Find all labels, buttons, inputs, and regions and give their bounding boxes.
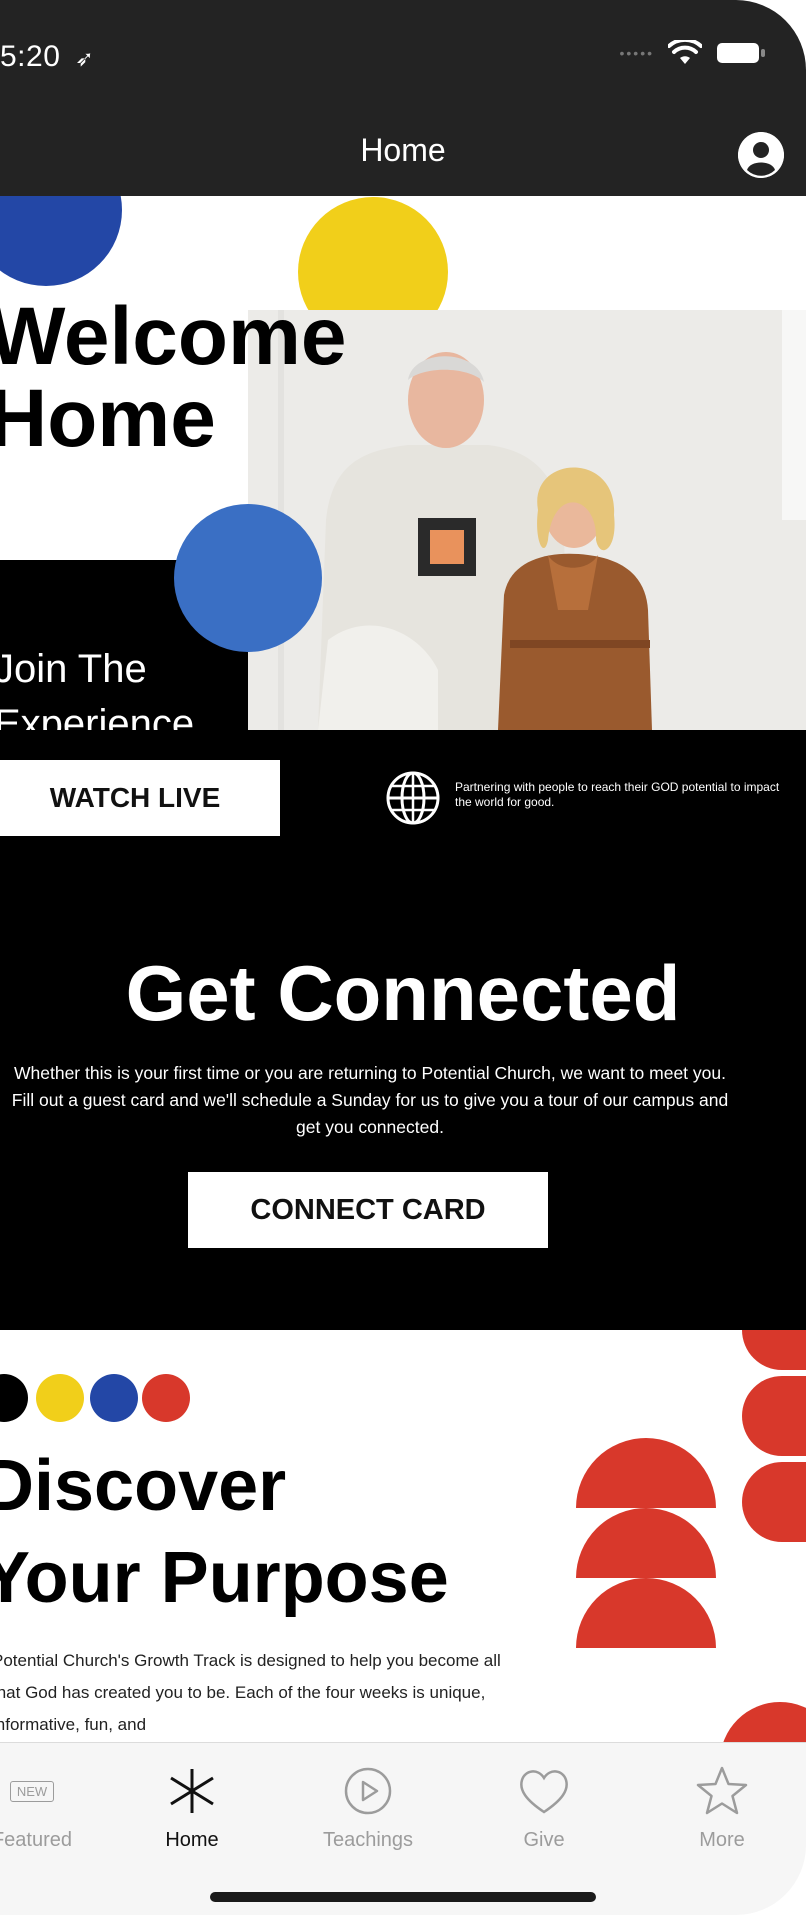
status-time: 5:20 ➶ bbox=[0, 40, 94, 74]
wifi-icon bbox=[668, 40, 702, 64]
discover-line-2: Your Purpose bbox=[0, 1538, 449, 1618]
tab-more[interactable]: More bbox=[652, 1761, 792, 1871]
heart-icon bbox=[474, 1761, 614, 1821]
play-circle-icon bbox=[298, 1761, 438, 1821]
decor-semicircle bbox=[576, 1438, 716, 1508]
signal-dots-icon: ••••• bbox=[619, 45, 654, 61]
profile-button[interactable] bbox=[738, 132, 784, 178]
tab-label: More bbox=[699, 1829, 745, 1851]
welcome-line-1: Welcome bbox=[0, 291, 347, 382]
status-indicators: ••••• bbox=[619, 40, 766, 66]
get-connected-description: Whether this is your first time or you a… bbox=[11, 1063, 729, 1137]
decor-semicircle bbox=[742, 1330, 806, 1370]
asterisk-icon bbox=[122, 1761, 262, 1821]
decor-semicircle bbox=[576, 1578, 716, 1648]
user-icon bbox=[738, 132, 784, 178]
tab-teachings[interactable]: Teachings bbox=[298, 1761, 438, 1871]
partner-text: Partnering with people to reach their GO… bbox=[455, 780, 780, 809]
new-badge-icon: NEW bbox=[0, 1761, 102, 1821]
tab-featured[interactable]: NEW Featured bbox=[0, 1761, 102, 1871]
decor-semicircle bbox=[742, 1376, 806, 1456]
star-icon bbox=[652, 1761, 792, 1821]
discover-section: Discover Your Purpose Potential Church's… bbox=[0, 1330, 806, 1742]
decor-dot-yellow bbox=[36, 1374, 84, 1422]
discover-line-1: Discover bbox=[0, 1446, 287, 1526]
welcome-line-2: Home bbox=[0, 373, 216, 464]
location-arrow-icon: ➶ bbox=[75, 46, 95, 71]
welcome-heading: Welcome Home bbox=[0, 296, 347, 460]
status-bar: 5:20 ➶ ••••• bbox=[0, 0, 806, 110]
new-badge-text: NEW bbox=[9, 1780, 55, 1802]
battery-icon bbox=[717, 43, 765, 63]
join-line-1: Join The bbox=[0, 647, 147, 691]
nav-bar: Home bbox=[0, 110, 806, 196]
tab-label: Give bbox=[523, 1829, 565, 1851]
connect-card-button[interactable]: CONNECT CARD bbox=[188, 1172, 548, 1248]
tab-label: Teachings bbox=[322, 1829, 414, 1851]
home-content[interactable]: Welcome Home Join The Experience WATCH L… bbox=[0, 196, 806, 1742]
get-connected-heading: Get Connected bbox=[125, 949, 681, 1037]
decor-dot-black bbox=[0, 1374, 28, 1422]
tab-label: Featured bbox=[0, 1829, 73, 1851]
discover-heading: Discover Your Purpose bbox=[0, 1440, 449, 1624]
tab-label: Home bbox=[165, 1829, 219, 1851]
decor-dot-blue bbox=[90, 1374, 138, 1422]
tab-bar: NEW Featured Home Teachings bbox=[0, 1742, 806, 1915]
tab-home[interactable]: Home bbox=[122, 1761, 262, 1871]
connect-section: WATCH LIVE Partnering with people to rea… bbox=[0, 730, 806, 1330]
phone-screen: 5:20 ➶ ••••• Home Welcome Home Join The … bbox=[0, 0, 806, 1915]
page-title: Home bbox=[360, 132, 446, 168]
home-indicator[interactable] bbox=[210, 1892, 596, 1902]
decor-dot-red bbox=[142, 1374, 190, 1422]
hero-section: Welcome Home Join The Experience bbox=[0, 196, 806, 746]
decor-semicircle bbox=[576, 1508, 716, 1578]
tab-give[interactable]: Give bbox=[474, 1761, 614, 1871]
decor-circle-blue bbox=[174, 504, 322, 652]
discover-description: Potential Church's Growth Track is desig… bbox=[0, 1651, 501, 1734]
globe-icon bbox=[386, 771, 440, 825]
status-time-text: 5:20 bbox=[0, 40, 61, 73]
decor-semicircle bbox=[720, 1702, 806, 1742]
watch-live-button[interactable]: WATCH LIVE bbox=[0, 760, 280, 836]
decor-semicircle bbox=[742, 1462, 806, 1542]
decor-circle-dark-blue bbox=[0, 196, 122, 286]
